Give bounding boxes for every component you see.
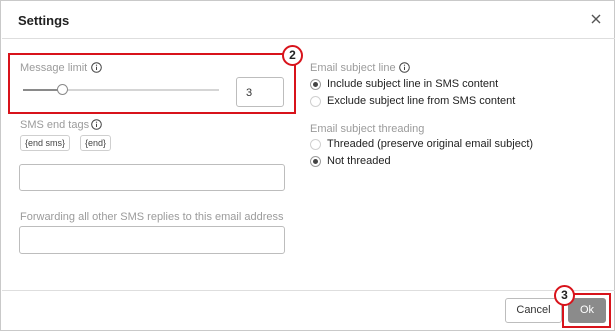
settings-dialog: Settings Message limit 3 SMS end tags {e… <box>0 0 615 331</box>
forwarding-email-input[interactable] <box>19 226 285 254</box>
email-subject-threading-label: Email subject threading <box>310 123 425 135</box>
radio-label: Exclude subject line from SMS content <box>327 95 516 107</box>
cancel-button[interactable]: Cancel <box>505 298 562 323</box>
footer-divider <box>2 290 615 291</box>
radio-label: Threaded (preserve original email subjec… <box>327 138 534 150</box>
sms-end-tags-label: SMS end tags <box>20 119 90 131</box>
forwarding-label: Forwarding all other SMS replies to this… <box>20 211 284 223</box>
sms-end-tags-input[interactable] <box>19 164 285 191</box>
annotation-highlight-message-limit <box>8 53 296 114</box>
info-icon[interactable] <box>399 62 410 73</box>
sms-end-tag[interactable]: {end} <box>80 135 112 151</box>
sms-end-tag[interactable]: {end sms} <box>20 135 71 151</box>
radio-button[interactable] <box>310 96 321 107</box>
info-icon[interactable] <box>91 119 102 130</box>
close-icon[interactable] <box>588 11 604 27</box>
email-subject-line-label: Email subject line <box>310 62 396 74</box>
radio-label: Include subject line in SMS content <box>327 78 499 90</box>
annotation-badge: 3 <box>554 285 575 306</box>
annotation-badge: 2 <box>282 45 303 66</box>
dialog-title: Settings <box>18 13 70 28</box>
radio-button[interactable] <box>310 79 321 90</box>
radio-label: Not threaded <box>327 155 391 167</box>
radio-button[interactable] <box>310 139 321 150</box>
radio-button[interactable] <box>310 156 321 167</box>
header-divider <box>2 38 615 39</box>
